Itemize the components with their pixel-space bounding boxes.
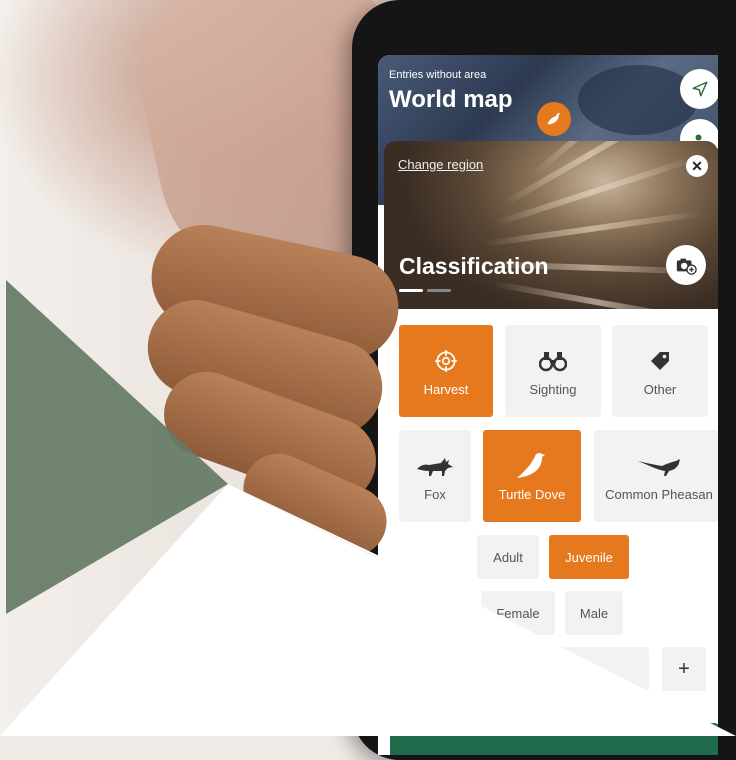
decorative-overlay bbox=[0, 280, 736, 736]
